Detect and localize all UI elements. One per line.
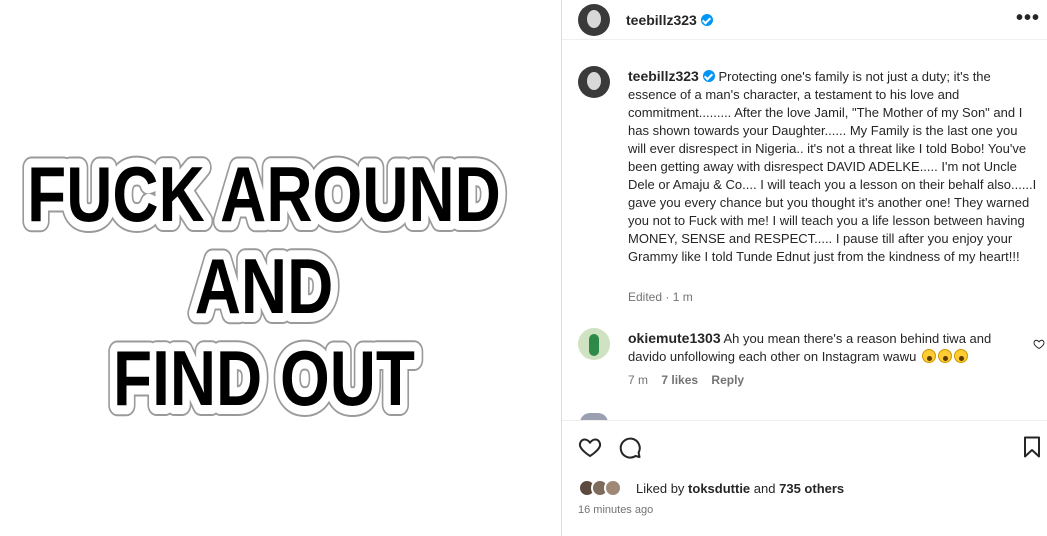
caption-username[interactable]: teebillz323 <box>628 68 699 84</box>
comment-bubble-icon[interactable] <box>618 435 642 459</box>
more-horizontal-icon[interactable]: ••• <box>1016 8 1040 28</box>
commenter-avatar[interactable] <box>578 328 610 360</box>
liked-by-text: Liked by toksduttie and 735 others <box>636 481 844 496</box>
liked-by-others[interactable]: 735 others <box>779 481 844 496</box>
media-text-line-3: FIND OUT <box>113 335 415 422</box>
media-text-line-2: AND <box>195 243 334 330</box>
post-actions: Liked by toksduttie and 735 others 16 mi… <box>562 420 1047 536</box>
liked-by-prefix: Liked by <box>636 481 685 496</box>
comment-reply-button[interactable]: Reply <box>711 373 744 387</box>
caption-edited-time: Edited · 1 m <box>628 290 693 304</box>
astonished-face-emoji-icon <box>937 349 952 363</box>
caption-text: Protecting one's family is not just a du… <box>628 69 1037 264</box>
author-username-text[interactable]: teebillz323 <box>626 12 697 28</box>
comment-meta: 7 m 7 likes Reply <box>628 373 754 387</box>
post-header: teebillz323 ••• <box>562 0 1047 40</box>
media-text-line-1: FUCK AROUND <box>27 151 501 238</box>
post-media: FUCK AROUND FUCK AROUND FUCK AROUND AND … <box>0 0 561 536</box>
post-details-panel: teebillz323 ••• teebillz323 Protecting o… <box>561 0 1047 536</box>
comment-time: 7 m <box>628 373 649 387</box>
comment: okiemute1303 Ah you mean there's a reaso… <box>628 329 1028 366</box>
sticker-text-image: FUCK AROUND FUCK AROUND FUCK AROUND AND … <box>17 141 511 432</box>
astonished-face-emoji-icon <box>921 349 936 363</box>
liked-by-and: and <box>753 481 776 496</box>
like-heart-icon[interactable] <box>578 435 602 459</box>
bookmark-save-icon[interactable] <box>1020 435 1044 459</box>
comment-username[interactable]: okiemute1303 <box>628 330 721 346</box>
verified-badge-icon <box>702 70 715 82</box>
comment-like-heart-icon[interactable] <box>1033 338 1045 350</box>
liker-avatar[interactable] <box>604 479 622 497</box>
post-timestamp[interactable]: 16 minutes ago <box>578 504 653 516</box>
post-caption: teebillz323 Protecting one's family is n… <box>628 67 1038 266</box>
liked-by-username[interactable]: toksduttie <box>688 481 750 496</box>
caption-author-avatar[interactable] <box>578 66 610 98</box>
astonished-face-emoji-icon <box>953 349 968 363</box>
author-username[interactable]: teebillz323 <box>626 12 713 28</box>
comment-likes-count[interactable]: 7 likes <box>661 373 698 387</box>
verified-badge-icon <box>700 14 713 26</box>
author-avatar[interactable] <box>578 4 610 36</box>
